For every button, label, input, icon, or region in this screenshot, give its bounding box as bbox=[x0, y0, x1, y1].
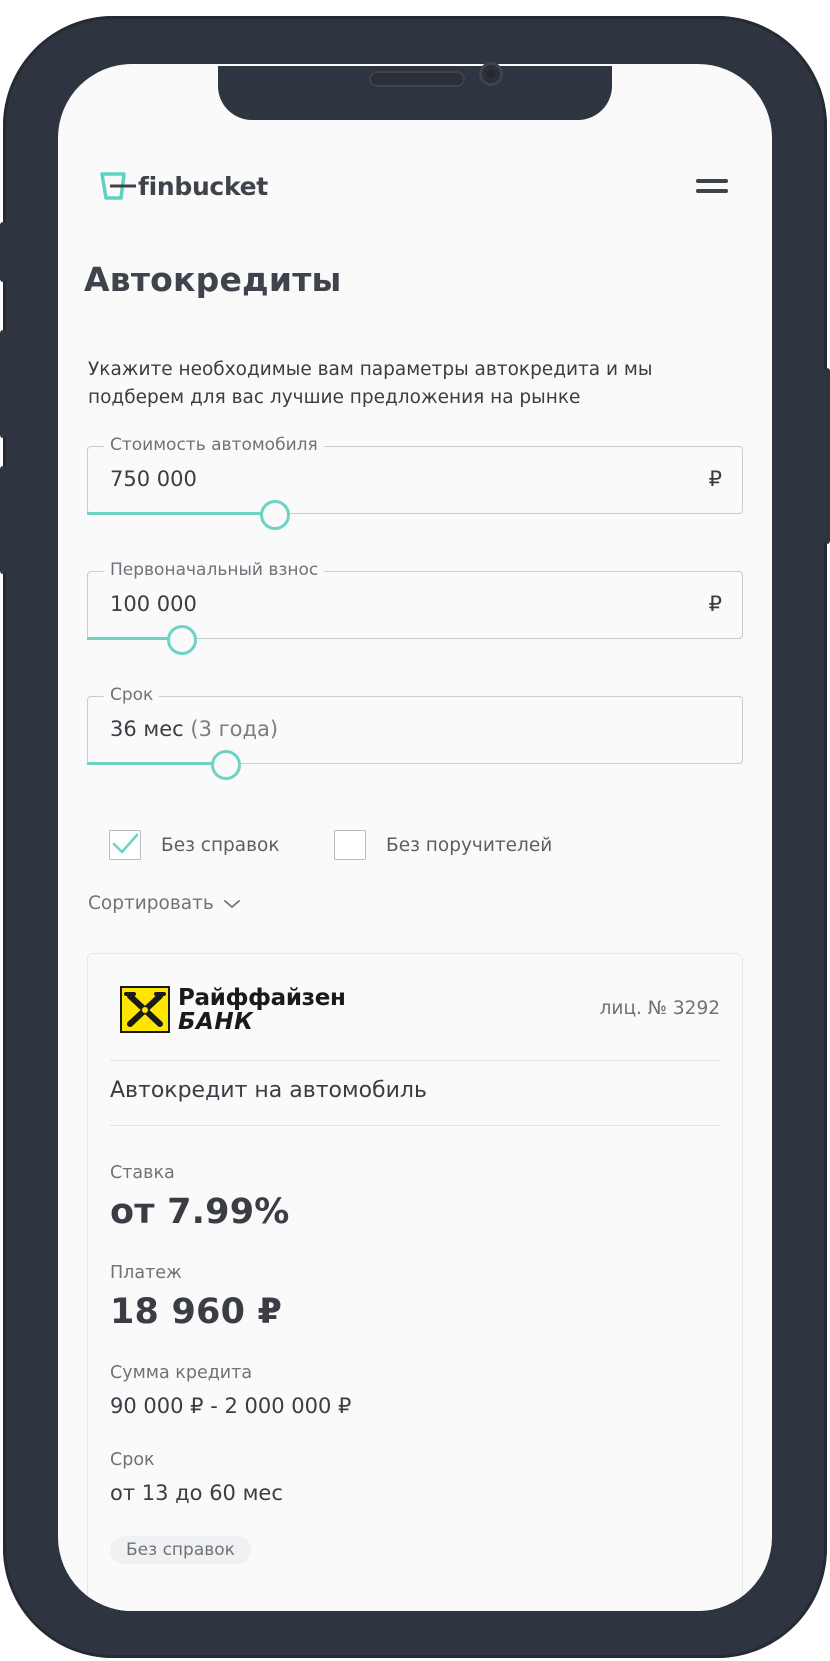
ruble-sign: ₽ bbox=[708, 592, 722, 616]
intro-line-1: Укажите необходимые вам параметры автокр… bbox=[88, 359, 653, 380]
term-field[interactable]: Срок 36 мес (3 года) bbox=[87, 685, 743, 780]
loan-amount-value: 90 000 ₽ - 2 000 000 ₽ bbox=[110, 1394, 352, 1418]
intro-text: Укажите необходимые вам параметры автокр… bbox=[88, 356, 688, 412]
rate-label: Ставка bbox=[110, 1163, 175, 1183]
down-payment-value[interactable]: 100 000 bbox=[110, 590, 197, 618]
checkbox-box[interactable] bbox=[334, 830, 366, 860]
raiffeisen-logo-icon bbox=[120, 986, 170, 1033]
no-certificates-tag: Без справок bbox=[110, 1536, 251, 1564]
car-price-label: Стоимость автомобиля bbox=[104, 435, 324, 455]
sort-dropdown[interactable]: Сортировать bbox=[88, 893, 240, 914]
car-price-value[interactable]: 750 000 bbox=[110, 465, 197, 493]
no-certificates-label: Без справок bbox=[161, 834, 280, 856]
car-price-slider-track bbox=[87, 512, 274, 515]
divider bbox=[110, 1060, 720, 1061]
intro-line-2: подберем для вас лучшие предложения на р… bbox=[88, 387, 581, 408]
checkmark-icon bbox=[112, 833, 139, 854]
payment-value: 18 960 ₽ bbox=[110, 1292, 283, 1332]
term-slider-track bbox=[87, 762, 225, 765]
divider bbox=[110, 1125, 720, 1126]
bank-name-line2: БАНК bbox=[178, 1009, 254, 1035]
car-price-field[interactable]: Стоимость автомобиля 750 000 ₽ bbox=[87, 435, 743, 530]
finbucket-logo[interactable]: finbucket bbox=[100, 170, 268, 202]
term-slider-thumb[interactable] bbox=[211, 750, 241, 780]
term-months: 36 мес bbox=[110, 717, 184, 741]
payment-label: Платеж bbox=[110, 1263, 182, 1283]
ruble-sign: ₽ bbox=[708, 467, 722, 491]
power-button bbox=[824, 368, 830, 544]
down-payment-slider-thumb[interactable] bbox=[167, 625, 197, 655]
page-title: Автокредиты bbox=[84, 260, 342, 299]
checkbox-box[interactable] bbox=[109, 830, 141, 860]
raiffeisen-bank-logo: Райффайзен БАНК bbox=[120, 986, 346, 1034]
license-number: лиц. № 3292 bbox=[599, 998, 720, 1019]
bucket-logo-icon bbox=[100, 172, 136, 200]
bank-name-line1: Райффайзен bbox=[178, 985, 346, 1011]
no-guarantors-checkbox[interactable]: Без поручителей bbox=[334, 830, 552, 860]
car-price-slider-thumb[interactable] bbox=[260, 500, 290, 530]
loan-term-value: от 13 до 60 мес bbox=[110, 1481, 283, 1505]
term-value[interactable]: 36 мес (3 года) bbox=[110, 715, 278, 743]
term-years-hint: (3 года) bbox=[190, 717, 279, 741]
offer-card[interactable]: Райффайзен БАНК лиц. № 3292 Автокредит н… bbox=[87, 953, 743, 1611]
loan-amount-label: Сумма кредита bbox=[110, 1363, 253, 1383]
front-camera bbox=[479, 62, 503, 86]
speaker-grille bbox=[369, 71, 465, 87]
down-payment-field[interactable]: Первоначальный взнос 100 000 ₽ bbox=[87, 560, 743, 655]
screen: finbucket Автокредиты Укажите необходимы… bbox=[58, 64, 772, 1611]
volume-up-button bbox=[0, 330, 6, 438]
term-label: Срок bbox=[104, 685, 160, 705]
rate-value: от 7.99% bbox=[110, 1192, 290, 1232]
sort-label: Сортировать bbox=[88, 893, 214, 914]
logo-text: finbucket bbox=[138, 171, 268, 201]
mute-switch bbox=[0, 222, 6, 282]
product-name[interactable]: Автокредит на автомобиль bbox=[110, 1078, 427, 1103]
loan-term-label: Срок bbox=[110, 1450, 155, 1470]
hamburger-menu-icon[interactable] bbox=[696, 179, 728, 199]
down-payment-label: Первоначальный взнос bbox=[104, 560, 325, 580]
no-guarantors-label: Без поручителей bbox=[386, 834, 553, 856]
volume-down-button bbox=[0, 466, 6, 574]
chevron-down-icon bbox=[223, 899, 240, 908]
no-certificates-checkbox[interactable]: Без справок bbox=[109, 830, 280, 860]
